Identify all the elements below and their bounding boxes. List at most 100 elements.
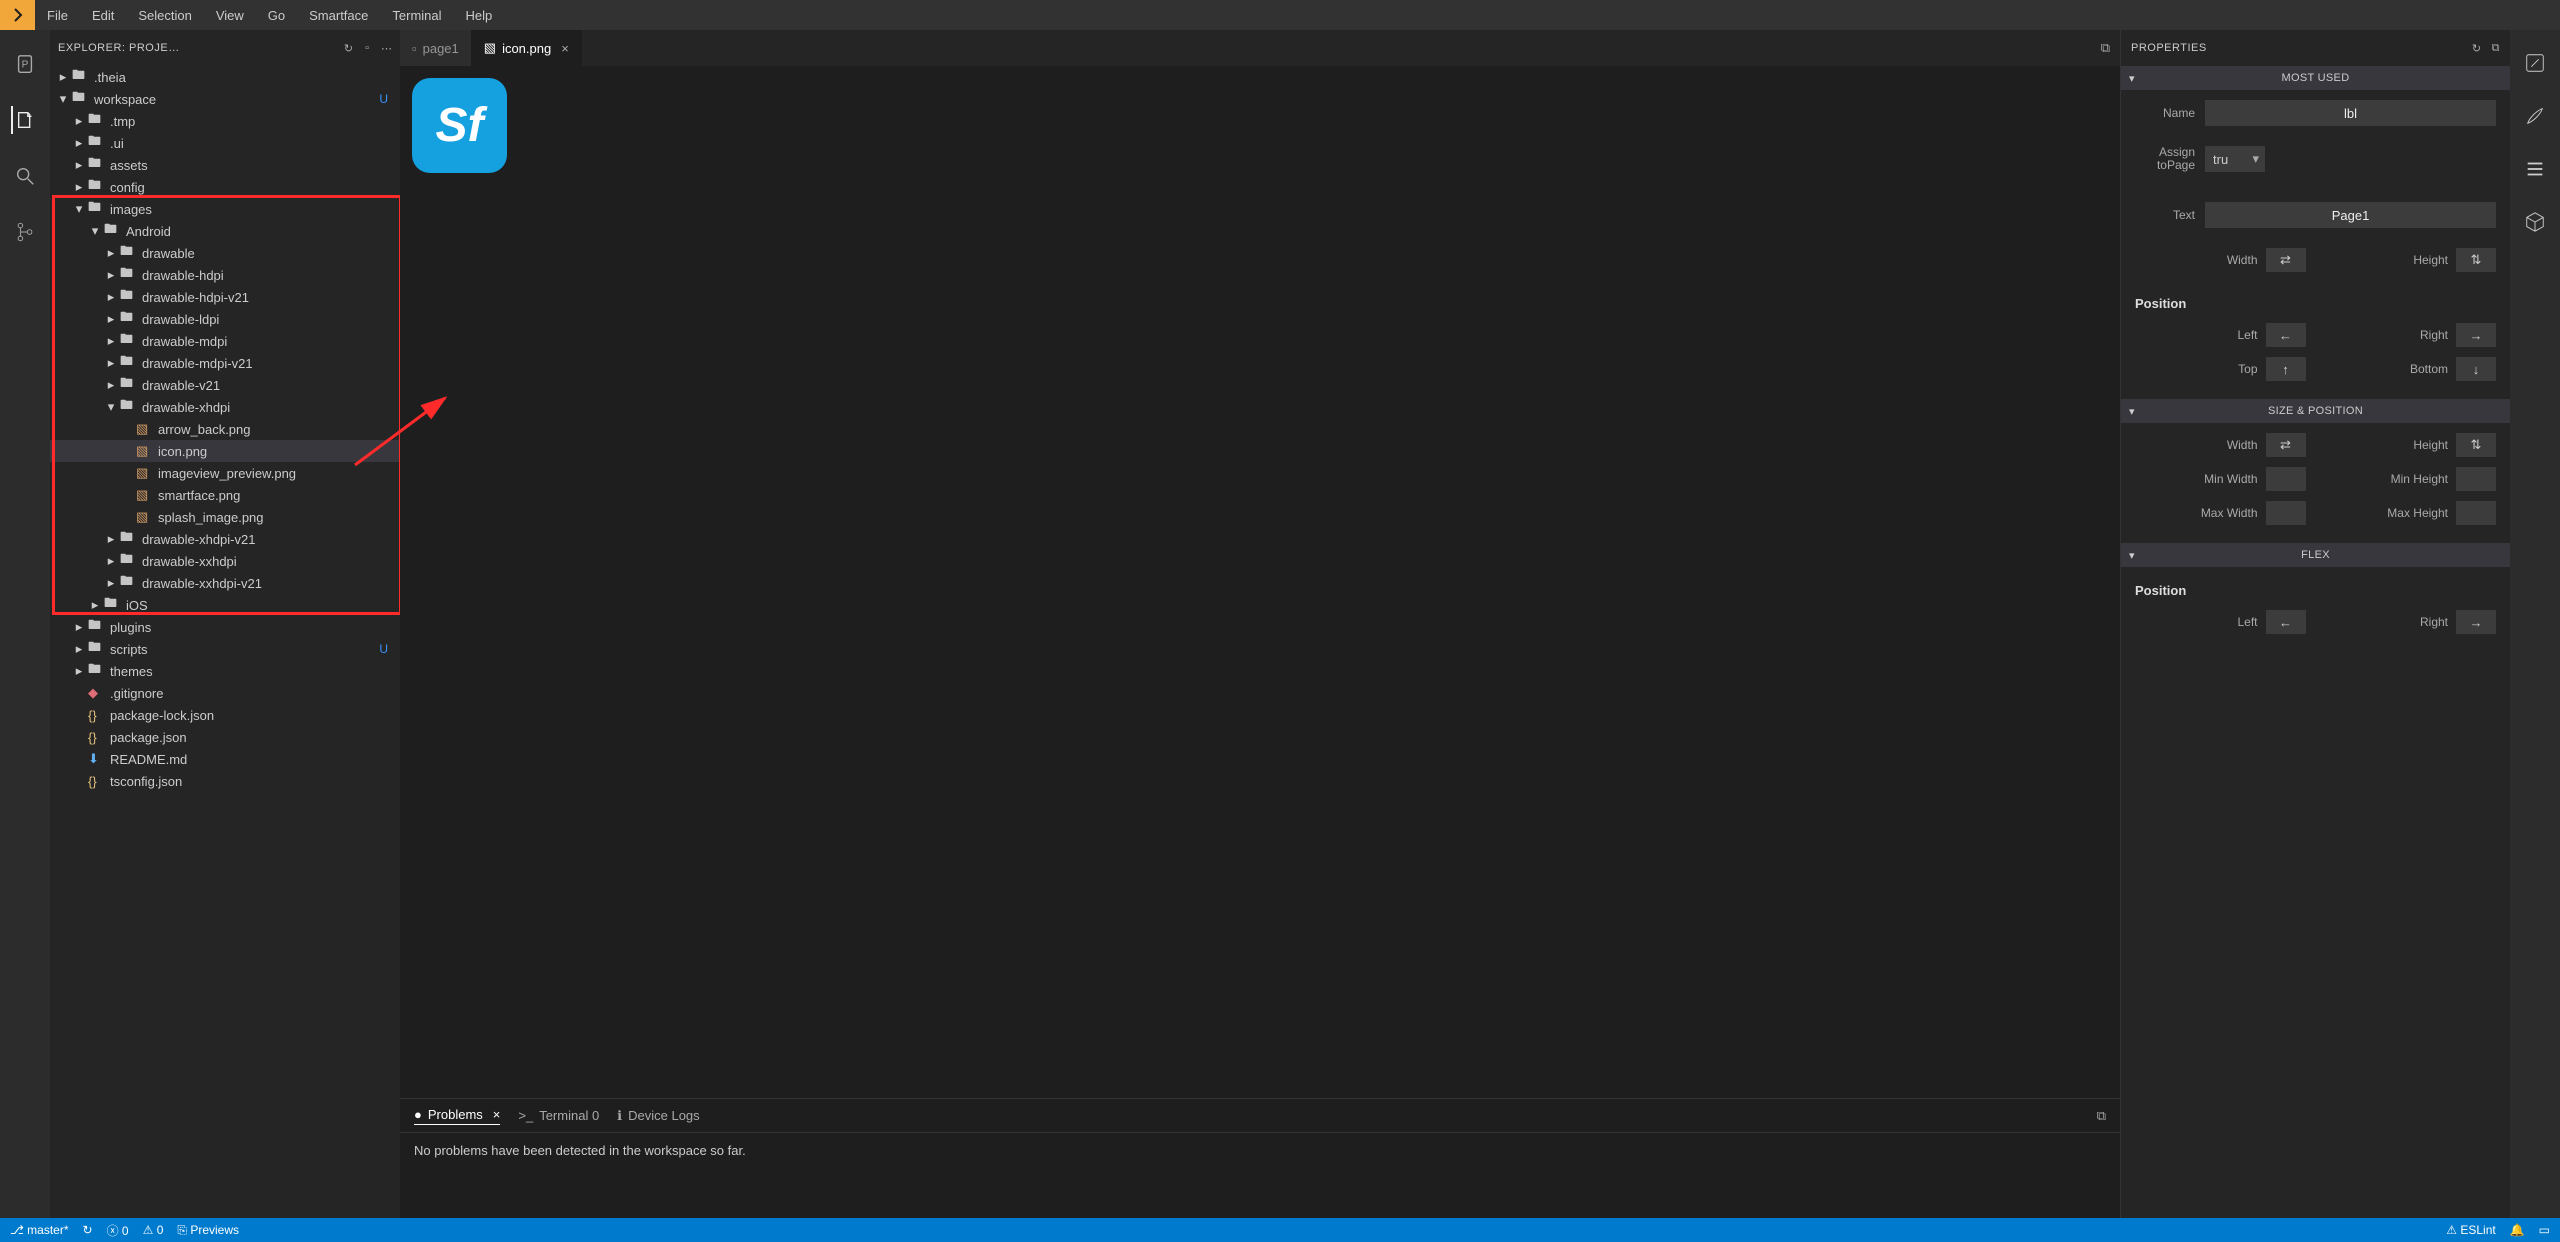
layout-icon[interactable]: ▭ bbox=[2539, 1223, 2550, 1237]
tree-item[interactable]: ▸🖿drawable-v21 bbox=[50, 374, 400, 396]
select-assign-to-page[interactable]: tru bbox=[2205, 146, 2265, 172]
input-height[interactable]: ⇅ bbox=[2456, 248, 2496, 272]
tab-device-logs[interactable]: ℹ Device Logs bbox=[617, 1108, 700, 1124]
input-text[interactable] bbox=[2205, 202, 2496, 228]
maximize-panel-icon[interactable]: ⧉ bbox=[2097, 1108, 2106, 1123]
refresh-icon[interactable]: ↻ bbox=[344, 42, 353, 55]
json-file-icon: {} bbox=[88, 774, 104, 789]
tree-item[interactable]: ▸🖿drawable-xxhdpi-v21 bbox=[50, 572, 400, 594]
tree-item[interactable]: ▧imageview_preview.png bbox=[50, 462, 400, 484]
tree-item[interactable]: ▾🖿drawable-xhdpi bbox=[50, 396, 400, 418]
input-left[interactable]: ← bbox=[2266, 323, 2306, 347]
tree-item[interactable]: ▸🖿drawable-hdpi-v21 bbox=[50, 286, 400, 308]
tree-item[interactable]: ▸🖿drawable bbox=[50, 242, 400, 264]
input-width[interactable]: ⇄ bbox=[2266, 248, 2306, 272]
tree-item[interactable]: {}package.json bbox=[50, 726, 400, 748]
app-logo-button[interactable] bbox=[0, 0, 35, 30]
tree-item[interactable]: ▧smartface.png bbox=[50, 484, 400, 506]
tree-item[interactable]: ▸🖿.ui bbox=[50, 132, 400, 154]
brush-icon[interactable] bbox=[2524, 105, 2546, 130]
label-height: Height bbox=[2413, 253, 2448, 267]
image-icon: ▧ bbox=[484, 40, 496, 56]
tree-item[interactable]: ▸🖿drawable-ldpi bbox=[50, 308, 400, 330]
input-name[interactable] bbox=[2205, 100, 2496, 126]
tab-terminal[interactable]: >_ Terminal 0 bbox=[518, 1108, 599, 1123]
tree-item[interactable]: ▾🖿images bbox=[50, 198, 400, 220]
tree-item[interactable]: ▸🖿config bbox=[50, 176, 400, 198]
input-max-height[interactable] bbox=[2456, 501, 2496, 525]
section-most-used[interactable]: ▾ MOST USED bbox=[2121, 66, 2510, 90]
new-file-icon[interactable]: ▫ bbox=[365, 42, 369, 55]
explorer-icon[interactable] bbox=[11, 106, 39, 134]
warnings-count[interactable]: ⚠ 0 bbox=[143, 1223, 164, 1237]
tree-item[interactable]: ▾🖿workspaceU bbox=[50, 88, 400, 110]
input-right[interactable]: → bbox=[2456, 323, 2496, 347]
tab-page1[interactable]: ▫ page1 bbox=[400, 30, 472, 66]
close-icon[interactable]: × bbox=[493, 1107, 501, 1122]
menu-file[interactable]: File bbox=[35, 0, 80, 30]
input-flex-left[interactable]: ← bbox=[2266, 610, 2306, 634]
folder-icon: 🖿 bbox=[120, 308, 136, 330]
maximize-icon[interactable]: ⧉ bbox=[2492, 42, 2500, 55]
input-width2[interactable]: ⇄ bbox=[2266, 433, 2306, 457]
tree-item[interactable]: {}package-lock.json bbox=[50, 704, 400, 726]
tree-item[interactable]: ◆.gitignore bbox=[50, 682, 400, 704]
input-min-width[interactable] bbox=[2266, 467, 2306, 491]
tree-item[interactable]: ▸🖿themes bbox=[50, 660, 400, 682]
tree-item[interactable]: ▸🖿drawable-xxhdpi bbox=[50, 550, 400, 572]
close-icon[interactable]: × bbox=[561, 41, 569, 56]
eslint-status[interactable]: ⚠ ESLint bbox=[2446, 1223, 2495, 1237]
tree-item[interactable]: ▸🖿drawable-mdpi bbox=[50, 330, 400, 352]
menu-go[interactable]: Go bbox=[256, 0, 297, 30]
tree-item[interactable]: ▸🖿drawable-hdpi bbox=[50, 264, 400, 286]
tree-item[interactable]: ▸🖿iOS bbox=[50, 594, 400, 616]
pages-icon[interactable]: P bbox=[11, 50, 39, 78]
menu-edit[interactable]: Edit bbox=[80, 0, 126, 30]
more-icon[interactable]: ⋯ bbox=[381, 42, 392, 55]
input-min-height[interactable] bbox=[2456, 467, 2496, 491]
tree-item[interactable]: ▾🖿Android bbox=[50, 220, 400, 242]
tree-item-label: .ui bbox=[110, 136, 124, 151]
tree-item[interactable]: ▸🖿.theia bbox=[50, 66, 400, 88]
menu-help[interactable]: Help bbox=[454, 0, 505, 30]
tree-item[interactable]: ▸🖿assets bbox=[50, 154, 400, 176]
tree-item[interactable]: ▸🖿.tmp bbox=[50, 110, 400, 132]
errors-count[interactable]: ⓧ 0 bbox=[107, 1222, 129, 1239]
list-icon[interactable] bbox=[2524, 158, 2546, 183]
tab-icon-png[interactable]: ▧ icon.png × bbox=[472, 30, 582, 66]
file-tree[interactable]: ▸🖿.theia▾🖿workspaceU▸🖿.tmp▸🖿.ui▸🖿assets▸… bbox=[50, 66, 400, 1218]
source-control-icon[interactable] bbox=[11, 218, 39, 246]
tree-item[interactable]: ▧splash_image.png bbox=[50, 506, 400, 528]
menu-smartface[interactable]: Smartface bbox=[297, 0, 380, 30]
tree-item[interactable]: ▧arrow_back.png bbox=[50, 418, 400, 440]
edit-icon[interactable] bbox=[2524, 52, 2546, 77]
tree-item[interactable]: {}tsconfig.json bbox=[50, 770, 400, 792]
search-icon[interactable] bbox=[11, 162, 39, 190]
tree-item[interactable]: ⬇README.md bbox=[50, 748, 400, 770]
tree-item[interactable]: ▸🖿scriptsU bbox=[50, 638, 400, 660]
input-max-width[interactable] bbox=[2266, 501, 2306, 525]
split-editor-icon[interactable]: ⧉ bbox=[2101, 40, 2110, 55]
input-height2[interactable]: ⇅ bbox=[2456, 433, 2496, 457]
git-branch[interactable]: ⎇ master* bbox=[10, 1223, 69, 1237]
tree-item-label: README.md bbox=[110, 752, 187, 767]
tree-item[interactable]: ▸🖿drawable-xhdpi-v21 bbox=[50, 528, 400, 550]
tab-problems[interactable]: ● Problems × bbox=[414, 1107, 500, 1125]
tree-item[interactable]: ▸🖿plugins bbox=[50, 616, 400, 638]
menu-view[interactable]: View bbox=[204, 0, 256, 30]
cube-icon[interactable] bbox=[2524, 211, 2546, 236]
tree-item[interactable]: ▧icon.png bbox=[50, 440, 400, 462]
input-top[interactable]: ↑ bbox=[2266, 357, 2306, 381]
section-size-position[interactable]: ▾ SIZE & POSITION bbox=[2121, 399, 2510, 423]
input-bottom[interactable]: ↓ bbox=[2456, 357, 2496, 381]
bell-icon[interactable]: 🔔 bbox=[2510, 1223, 2525, 1237]
menu-terminal[interactable]: Terminal bbox=[380, 0, 453, 30]
refresh-icon[interactable]: ↻ bbox=[2472, 42, 2482, 55]
section-flex[interactable]: ▾ FLEX bbox=[2121, 543, 2510, 567]
tree-item[interactable]: ▸🖿drawable-mdpi-v21 bbox=[50, 352, 400, 374]
input-flex-right[interactable]: → bbox=[2456, 610, 2496, 634]
sync-icon[interactable]: ↻ bbox=[83, 1223, 93, 1237]
previews-link[interactable]: ⎘ Previews bbox=[177, 1223, 239, 1238]
menu-selection[interactable]: Selection bbox=[126, 0, 203, 30]
tree-item-label: drawable-ldpi bbox=[142, 312, 219, 327]
